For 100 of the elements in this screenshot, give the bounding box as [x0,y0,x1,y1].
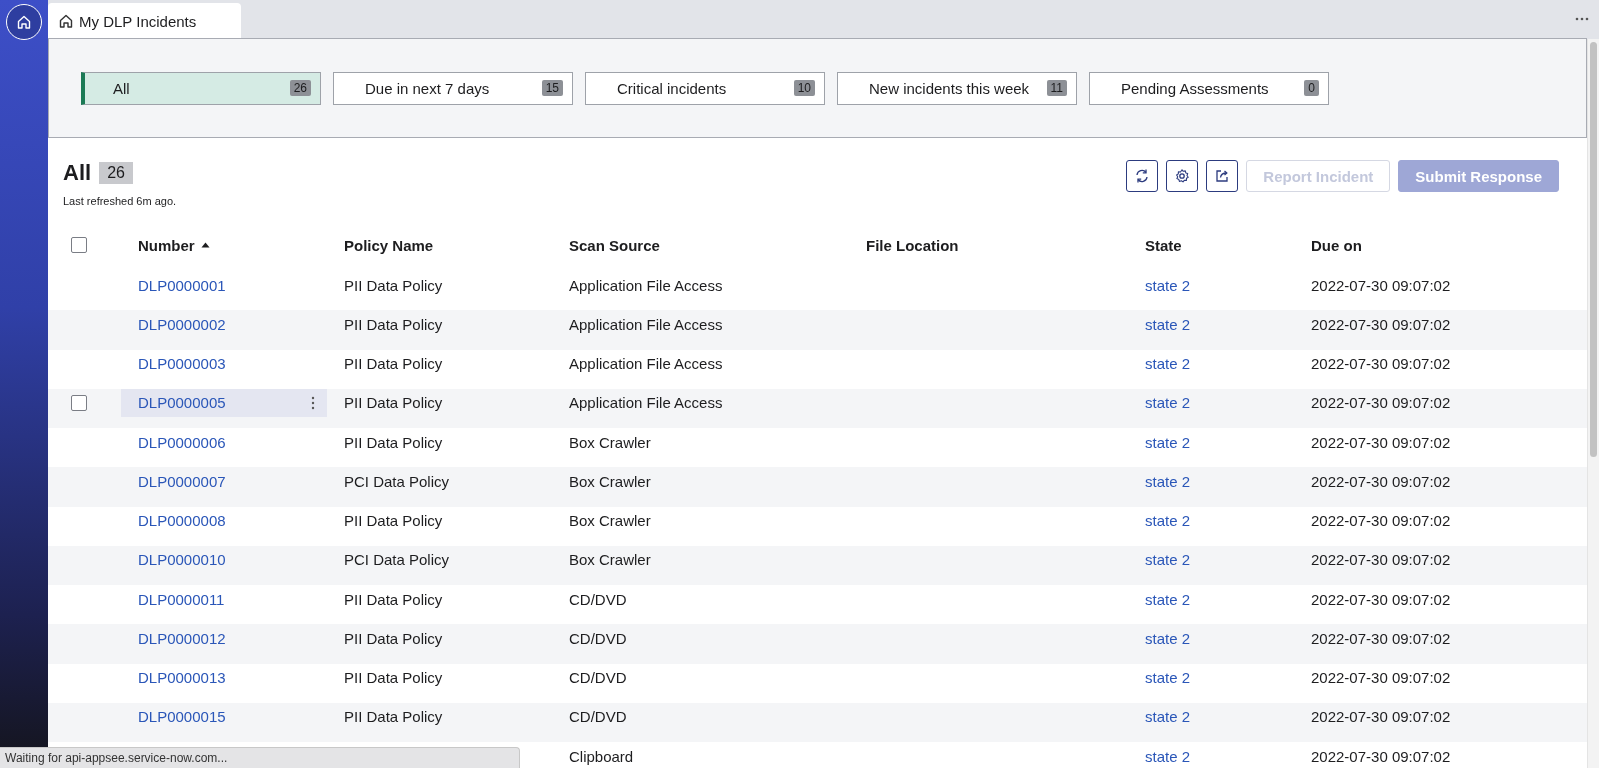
incident-link[interactable]: DLP0000012 [138,629,226,647]
refresh-icon [1134,168,1151,184]
table-cell: Application File Access [569,276,723,294]
state-link[interactable]: state 2 [1145,472,1191,490]
refresh-button[interactable] [1126,160,1159,192]
table-cell: 2022-07-30 09:07:02 [1311,708,1451,726]
state-link[interactable]: state 2 [1145,708,1191,726]
table-cell: 2022-07-30 09:07:02 [1311,276,1451,294]
table-cell: Clipboard [569,747,634,765]
home-button[interactable] [6,4,42,40]
table-cell: CD/DVD [569,590,627,608]
filter-card[interactable]: Due in next 7 days 15 [333,71,573,105]
incident-link[interactable]: DLP0000015 [138,708,226,726]
more-icon[interactable] [1575,17,1589,21]
home-icon [58,13,74,29]
table-cell: 2022-07-30 09:07:02 [1311,669,1451,687]
state-link[interactable]: state 2 [1145,433,1191,451]
column-header[interactable]: Scan Source [569,236,660,254]
filter-card[interactable]: New incidents this week 11 [837,71,1077,105]
state-link[interactable]: state 2 [1145,551,1191,569]
column-header[interactable]: State [1145,236,1182,254]
table-row[interactable]: DLP0000013 PII Data Policy CD/DVD state 2 2022-07-30 09:07:02 [48,663,1587,703]
table-cell: PII Data Policy [344,433,443,451]
table-row[interactable]: DLP0000012 PII Data Policy CD/DVD state 2 2022-07-30 09:07:02 [48,624,1587,664]
incident-link[interactable]: DLP0000013 [138,669,226,687]
state-link[interactable]: state 2 [1145,590,1191,608]
table-cell: 2022-07-30 09:07:02 [1311,433,1451,451]
table-row[interactable]: DLP0000007 PCI Data Policy Box Crawler state 2 2022-07-30 09:07:02 [48,467,1587,507]
table-cell: 2022-07-30 09:07:02 [1311,551,1451,569]
incident-link[interactable]: DLP0000003 [138,355,226,373]
state-link[interactable]: state 2 [1145,512,1191,530]
incident-link[interactable]: DLP0000008 [138,512,226,530]
table-cell: PII Data Policy [344,669,443,687]
table-cell: CD/DVD [569,669,627,687]
table-cell: PCI Data Policy [344,472,450,490]
table-cell: 2022-07-30 09:07:02 [1311,315,1451,333]
column-header[interactable]: Due on [1311,236,1362,254]
sort-up-icon [200,242,210,249]
table-cell: PII Data Policy [344,355,443,373]
incident-link[interactable]: DLP0000002 [138,315,226,333]
table-cell: Box Crawler [569,433,651,451]
settings-button[interactable] [1166,160,1199,192]
page-tab[interactable]: My DLP Incidents [48,3,241,39]
table-cell: 2022-07-30 09:07:02 [1311,747,1451,765]
table-cell: PII Data Policy [344,276,443,294]
filter-card[interactable]: Critical incidents 10 [585,71,825,105]
state-link[interactable]: state 2 [1145,629,1191,647]
state-link[interactable]: state 2 [1145,394,1191,412]
table-row[interactable]: DLP0000010 PCI Data Policy Box Crawler state 2 2022-07-30 09:07:02 [48,545,1587,585]
count-badge: 10 [793,80,815,96]
count-badge: 26 [99,162,133,184]
incident-link[interactable]: DLP0000007 [138,472,226,490]
column-header[interactable]: Number [138,236,195,254]
status-bar: Waiting for api-appsee.service-now.com... [0,747,520,768]
state-link[interactable]: state 2 [1145,355,1191,373]
incident-link[interactable]: DLP0000011 [138,590,225,608]
column-header[interactable]: File Location [866,236,959,254]
state-link[interactable]: state 2 [1145,315,1191,333]
table-cell: PII Data Policy [344,590,443,608]
table-cell: PII Data Policy [344,512,443,530]
filter-card[interactable]: Pending Assessments 0 [1089,71,1329,105]
count-badge: 11 [1046,80,1067,96]
table-row[interactable]: DLP0000002 PII Data Policy Application File Access state 2 2022-07-30 09:07:02 [48,310,1587,350]
row-checkbox[interactable] [71,394,87,411]
table-cell: PII Data Policy [344,629,443,647]
table-row[interactable]: DLP0000008 PII Data Policy Box Crawler state 2 2022-07-30 09:07:02 [48,506,1587,546]
incident-link[interactable]: DLP0000001 [138,276,226,294]
incident-link[interactable]: DLP0000010 [138,551,226,569]
state-link[interactable]: state 2 [1145,276,1191,294]
scrollbar[interactable] [1587,39,1599,768]
table-row[interactable]: DLP0000001 PII Data Policy Application File Access state 2 2022-07-30 09:07:02 [48,271,1587,311]
refresh-note: Last refreshed 6m ago. [63,195,177,207]
table-row[interactable]: DLP0000006 PII Data Policy Box Crawler state 2 2022-07-30 09:07:02 [48,428,1587,468]
share-button[interactable] [1206,160,1239,192]
table-row[interactable]: DLP0000003 PII Data Policy Application File Access state 2 2022-07-30 09:07:02 [48,349,1587,389]
column-header[interactable]: Policy Name [344,236,434,254]
table-cell: Box Crawler [569,472,651,490]
filter-card[interactable]: All 26 [81,71,321,105]
table-cell: CD/DVD [569,708,627,726]
table-cell: PII Data Policy [344,708,443,726]
state-link[interactable]: state 2 [1145,669,1191,687]
count-badge: 0 [1304,80,1319,96]
table-cell: Application File Access [569,315,723,333]
list-title: All [63,160,92,186]
count-badge: 15 [541,80,563,96]
select-all-checkbox[interactable] [71,237,87,254]
settings-icon [1174,168,1191,184]
table-cell: Box Crawler [569,551,651,569]
table-cell: PII Data Policy [344,315,443,333]
more-icon[interactable] [311,395,315,410]
table-cell: PII Data Policy [344,394,443,412]
table-cell: 2022-07-30 09:07:02 [1311,629,1451,647]
incident-link[interactable]: DLP0000006 [138,433,226,451]
table-row[interactable]: DLP0000015 PII Data Policy CD/DVD state 2 2022-07-30 09:07:02 [48,702,1587,742]
table-cell: Application File Access [569,394,723,412]
table-cell: 2022-07-30 09:07:02 [1311,512,1451,530]
table-cell: 2022-07-30 09:07:02 [1311,590,1451,608]
table-row[interactable]: DLP0000011 PII Data Policy CD/DVD state 2 2022-07-30 09:07:02 [48,585,1587,625]
state-link[interactable]: state 2 [1145,747,1191,765]
table-cell: 2022-07-30 09:07:02 [1311,355,1451,373]
